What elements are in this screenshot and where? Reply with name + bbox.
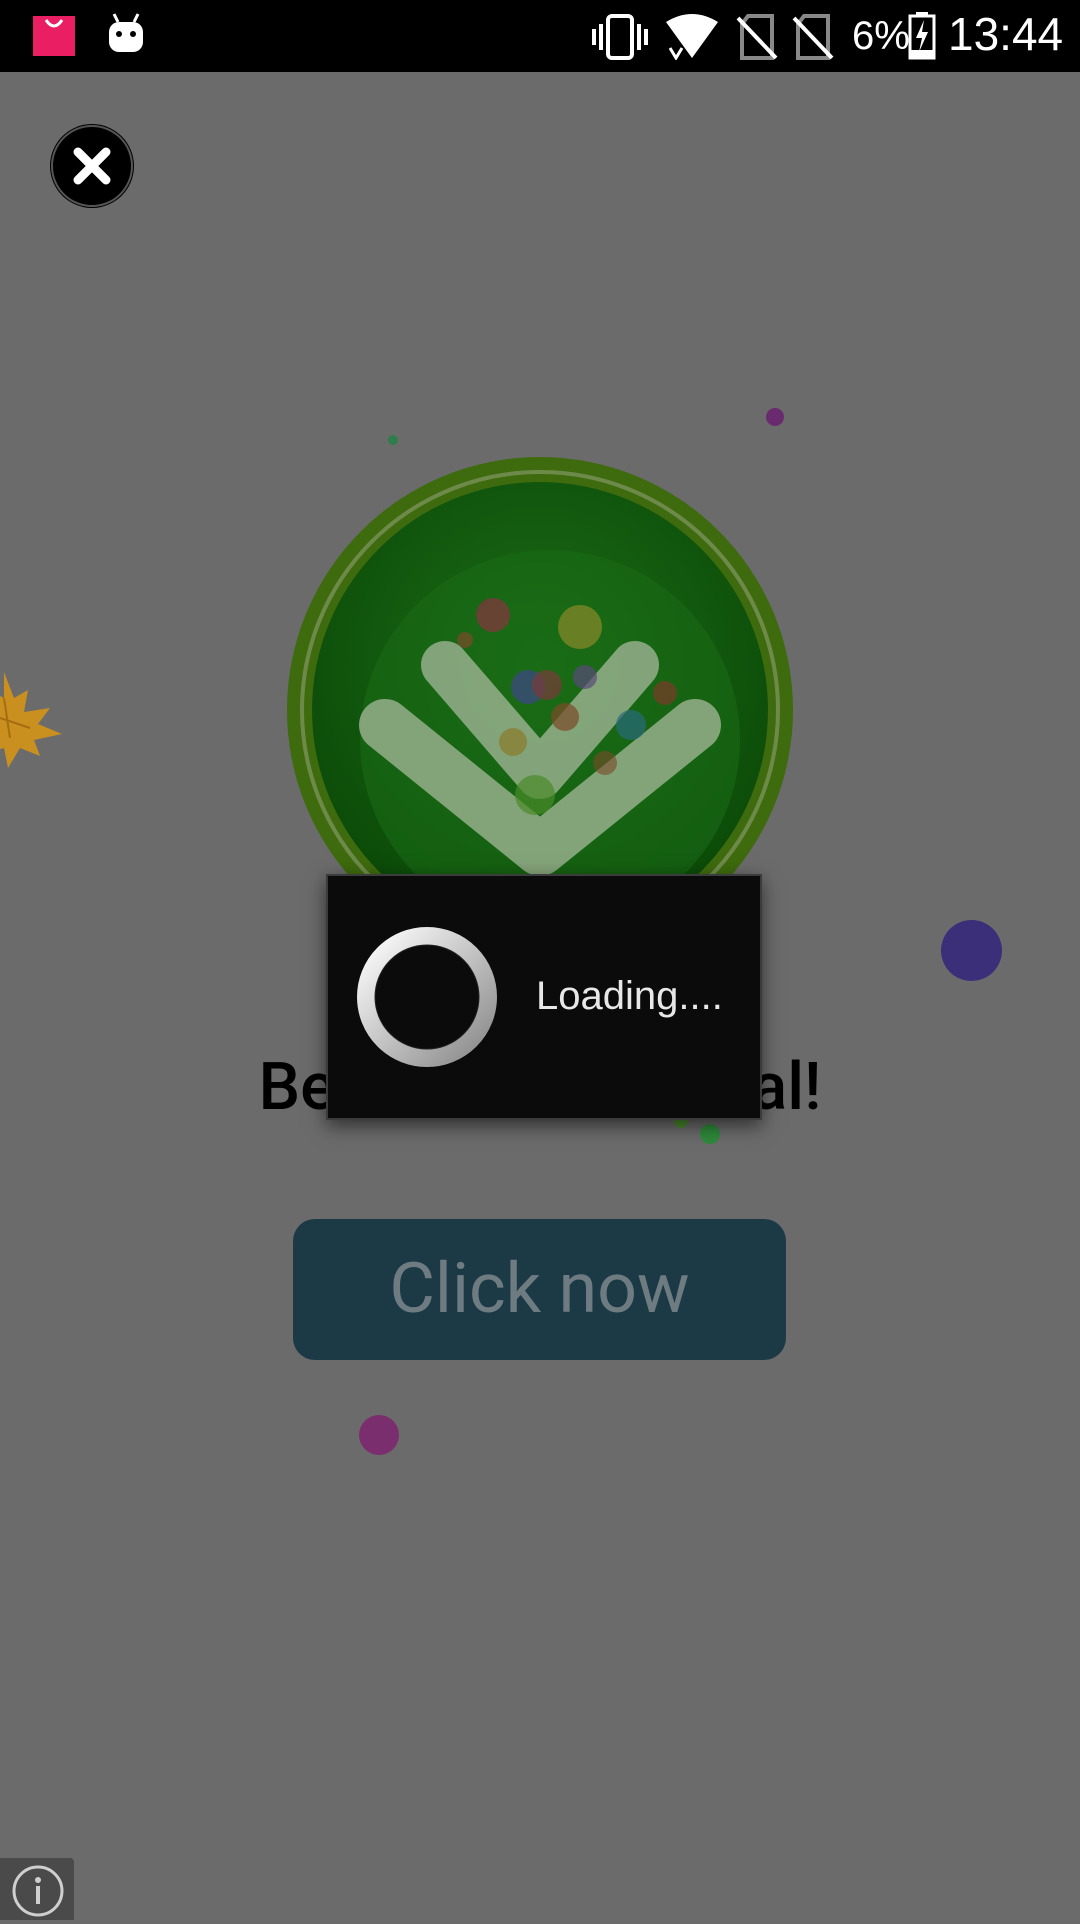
confetti-dot bbox=[388, 435, 398, 445]
loading-message: Loading.... bbox=[536, 974, 723, 1018]
vibrate-icon bbox=[592, 14, 648, 60]
wifi-icon bbox=[666, 14, 718, 60]
close-icon bbox=[51, 125, 133, 207]
ad-info-button[interactable] bbox=[0, 1858, 74, 1920]
android-icon bbox=[109, 13, 143, 52]
maple-leaf-icon bbox=[0, 672, 62, 768]
click-now-button[interactable]: Click now bbox=[293, 1219, 786, 1360]
battery-charging-icon bbox=[908, 12, 936, 60]
close-button[interactable] bbox=[50, 124, 134, 208]
shopping-bag-icon bbox=[33, 16, 75, 56]
spinner-icon bbox=[357, 927, 497, 1067]
confetti-dot bbox=[359, 1415, 399, 1455]
status-time: 13:44 bbox=[948, 8, 1064, 60]
status-bar: 6% 13:44 bbox=[0, 0, 1080, 72]
confetti-dot bbox=[941, 920, 1002, 981]
no-sim-icon bbox=[792, 14, 834, 60]
info-icon bbox=[12, 1865, 64, 1917]
battery-percent: 6% bbox=[852, 14, 910, 58]
no-sim-icon bbox=[736, 14, 778, 60]
loading-dialog: Loading.... bbox=[326, 874, 762, 1120]
confetti-dot bbox=[766, 408, 784, 426]
